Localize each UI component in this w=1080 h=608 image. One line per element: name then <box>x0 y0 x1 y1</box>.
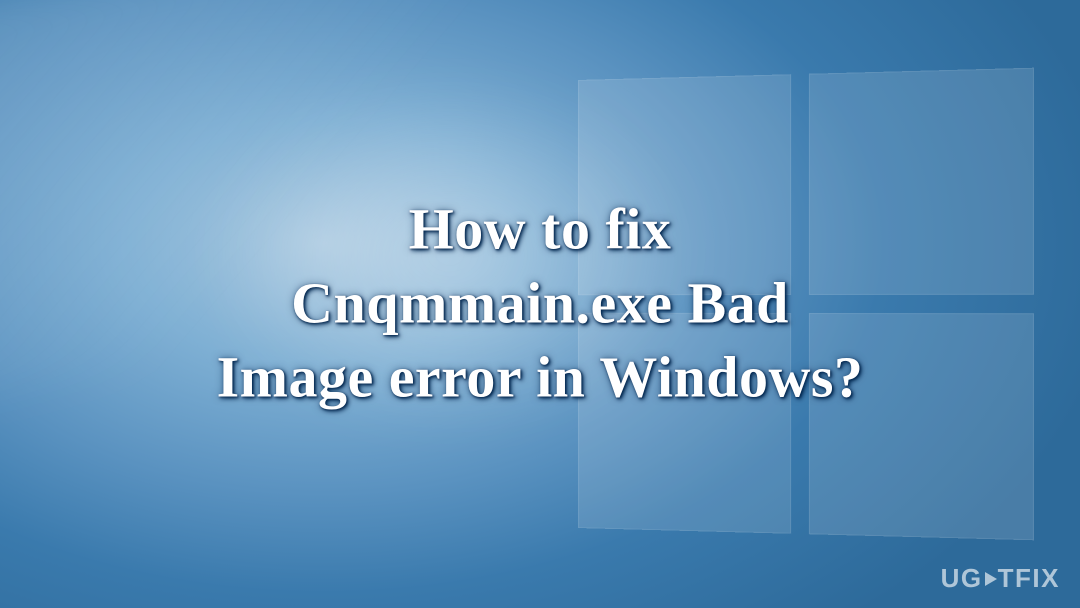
watermark-logo: UG TFIX <box>941 563 1060 594</box>
watermark-prefix: UG <box>941 563 983 594</box>
title-line-3: Image error in Windows? <box>217 345 864 410</box>
watermark-suffix: TFIX <box>998 563 1060 594</box>
background-container: How to fix Cnqmmain.exe Bad Image error … <box>0 0 1080 608</box>
title-line-2: Cnqmmain.exe Bad <box>291 271 789 336</box>
arrow-right-icon <box>985 572 997 586</box>
page-title: How to fix Cnqmmain.exe Bad Image error … <box>0 193 1080 416</box>
title-line-1: How to fix <box>409 197 672 262</box>
